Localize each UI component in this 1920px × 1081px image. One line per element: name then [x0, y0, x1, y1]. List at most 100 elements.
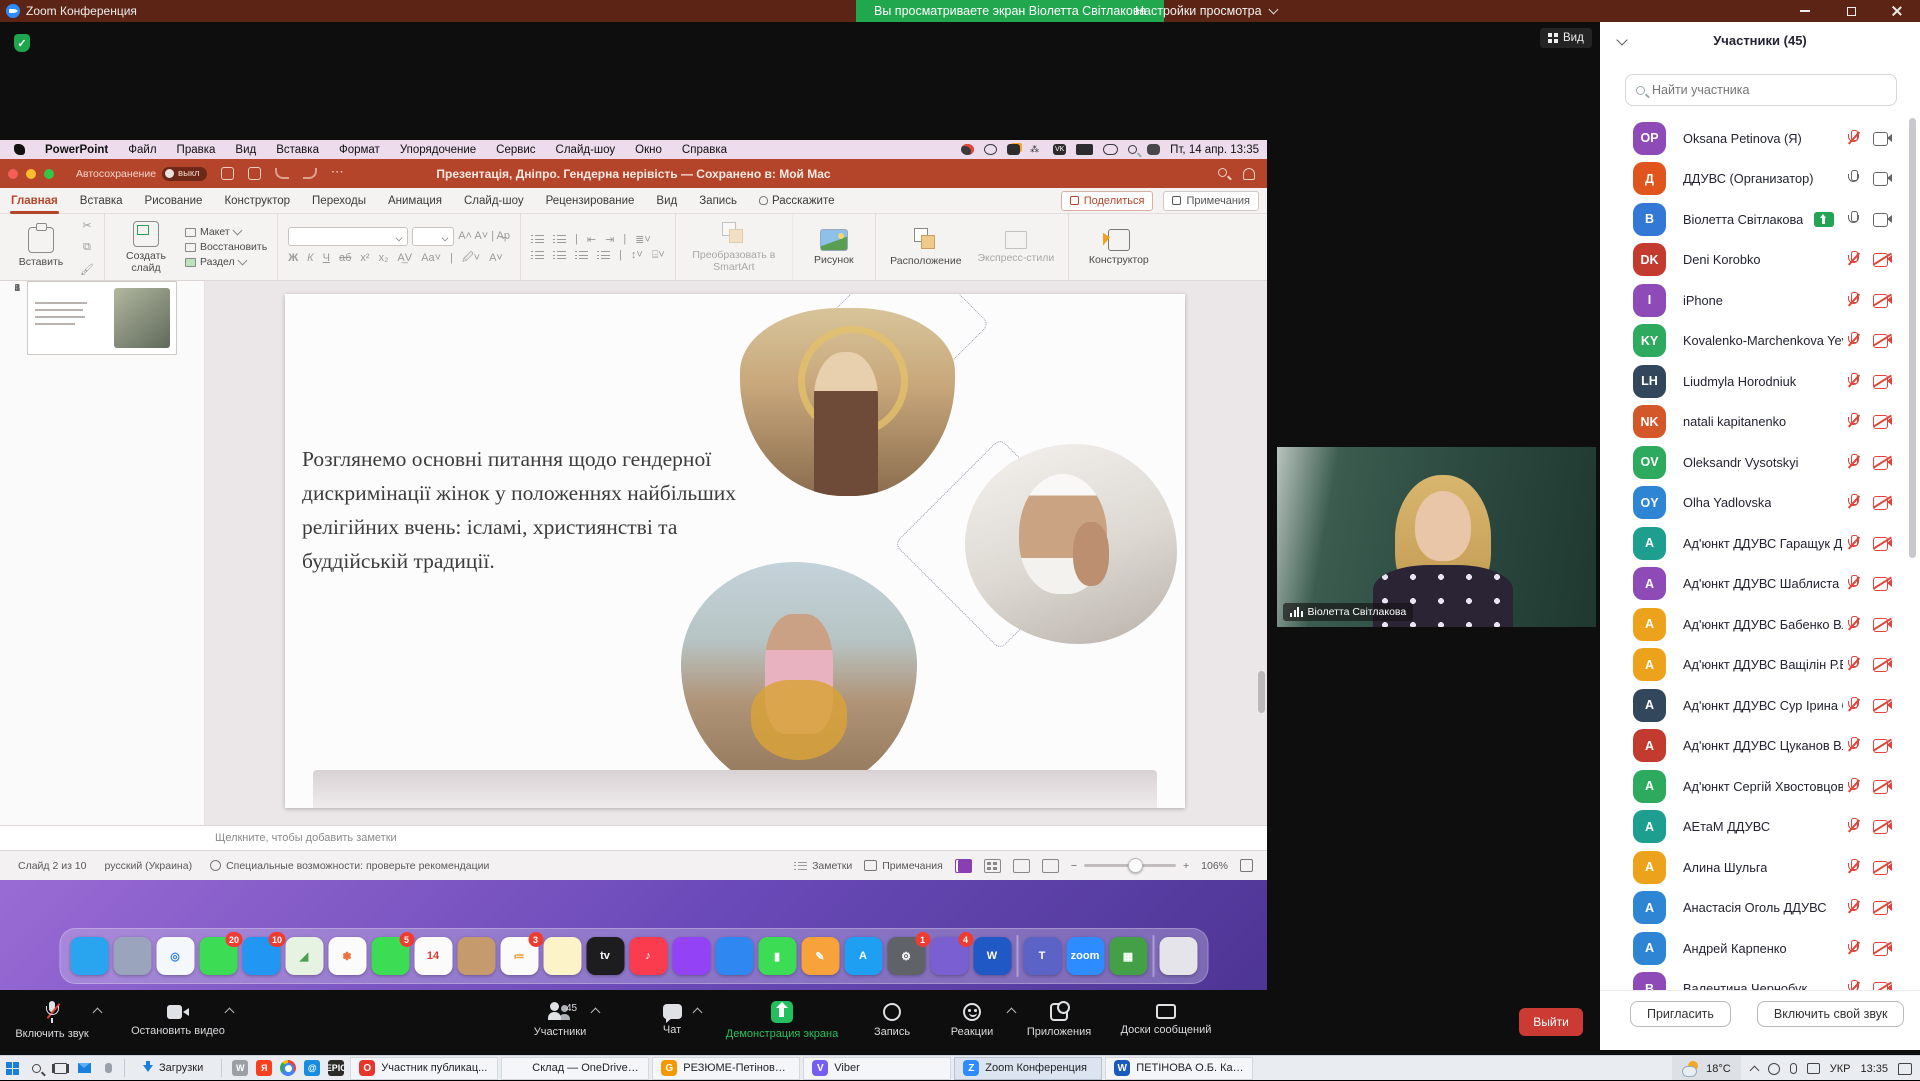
slide-thumbnail[interactable]	[27, 281, 177, 355]
maximize-button[interactable]	[1828, 0, 1874, 22]
participant-search[interactable]	[1625, 74, 1897, 106]
font-format-buttons[interactable]: ЖКЧабх²х₂А̲VАа˅ | 🖉˅А˅	[288, 249, 510, 268]
mac-minimize-button[interactable]	[26, 169, 36, 179]
taskbar-app-button[interactable]: Склад — OneDrive - ...	[501, 1057, 649, 1080]
autosave-toggle[interactable]: выкл	[162, 167, 207, 181]
autosave-control[interactable]: Автосохранение выкл	[76, 167, 207, 181]
chevron-up-icon[interactable]	[693, 1008, 703, 1018]
camera-status-icon[interactable]	[1873, 415, 1892, 428]
dock-icon[interactable]: ▮	[758, 937, 796, 975]
dock-icon[interactable]	[1159, 937, 1197, 975]
zoom-track[interactable]	[1084, 864, 1176, 867]
participant-row[interactable]: А Ад'юнкт ДДУВС Ващілін Р.В.	[1600, 645, 1920, 686]
taskbar-app-button[interactable]: G РЕЗЮМЕ-Петінова ...	[652, 1057, 800, 1080]
dock-icon[interactable]: ▦	[1109, 937, 1147, 975]
quick-launch-icon[interactable]: W	[232, 1060, 248, 1076]
weather-widget[interactable]: 18°C	[1672, 1056, 1741, 1081]
normal-view-button[interactable]	[955, 859, 972, 873]
participant-row[interactable]: А Ад'юнкт ДДУВС Сур Ірина Сер...	[1600, 685, 1920, 726]
quick-launch-icon[interactable]: EPIC	[328, 1060, 344, 1076]
dock-icon[interactable]: ◎	[156, 937, 194, 975]
participant-row[interactable]: А Ад'юнкт Сергій Хвостовцов	[1600, 766, 1920, 807]
designer-button[interactable]: Конструктор	[1079, 229, 1159, 266]
share-button[interactable]: Поделиться	[1061, 191, 1154, 211]
mic-status-icon[interactable]	[1848, 697, 1859, 714]
dock-icon[interactable]	[70, 937, 108, 975]
taskbar-app-button[interactable]: W ПЕТІНОВА О.Б. Кадр...	[1105, 1057, 1253, 1080]
mac-menu-item[interactable]: Формат	[329, 144, 390, 156]
picture-button[interactable]: Рисунок	[803, 229, 865, 266]
participant-row[interactable]: I iPhone	[1600, 280, 1920, 321]
taskbar-app-button[interactable]: O Участник публикац...	[350, 1057, 498, 1080]
dock-icon[interactable]: W	[973, 937, 1011, 975]
chevron-up-icon[interactable]	[93, 1008, 103, 1018]
camera-status-icon[interactable]	[1873, 739, 1892, 752]
search-input[interactable]	[1652, 83, 1886, 97]
current-slide-canvas[interactable]: Розглянемо основні питання щодо гендерно…	[285, 294, 1185, 808]
apple-logo-icon[interactable]	[14, 144, 25, 155]
mac-menu-item[interactable]: Справка	[672, 144, 737, 156]
dock-icon[interactable]	[1152, 935, 1154, 977]
camera-status-icon[interactable]	[1873, 456, 1892, 469]
mic-status-icon[interactable]	[1848, 778, 1859, 795]
mic-status-icon[interactable]	[1848, 251, 1859, 268]
mac-menu-item[interactable]: Окно	[625, 144, 672, 156]
leave-meeting-button[interactable]: Выйти	[1519, 1008, 1583, 1036]
mic-status-icon[interactable]	[1848, 616, 1859, 633]
mac-menu-item[interactable]: Вид	[225, 144, 266, 156]
dock-icon[interactable]	[715, 937, 753, 975]
search-icon[interactable]	[1218, 168, 1227, 177]
dock-icon[interactable]: T	[1023, 937, 1061, 975]
action-center-icon[interactable]	[1898, 1063, 1912, 1075]
font-size-select[interactable]	[412, 227, 454, 246]
mic-status-icon[interactable]	[1848, 899, 1859, 916]
camera-status-icon[interactable]	[1873, 537, 1892, 550]
security-shield-icon[interactable]: ✓	[14, 34, 30, 52]
share-screen-button[interactable]: Демонстрация экрана	[722, 1001, 842, 1040]
dock-icon[interactable]: ◢	[285, 937, 323, 975]
comments-button[interactable]: Примечания	[1163, 191, 1259, 211]
start-button[interactable]	[0, 1056, 24, 1081]
chevron-up-icon[interactable]	[225, 1008, 235, 1018]
zoom-out-icon[interactable]: −	[1071, 860, 1077, 872]
dock-icon[interactable]	[672, 937, 710, 975]
unmute-self-button[interactable]: Включить свой звук	[1757, 1001, 1905, 1027]
slide-scrollbar[interactable]	[1258, 671, 1265, 713]
font-size-buttons[interactable]: A˄ A˅ | A̶p	[458, 230, 510, 242]
camera-status-icon[interactable]	[1873, 253, 1892, 266]
participant-row[interactable]: OP Oksana Petinova (Я)	[1600, 118, 1920, 159]
participant-row[interactable]: NK natali kapitanenko	[1600, 402, 1920, 443]
ribbon-tab[interactable]: Анимация	[377, 188, 453, 214]
participant-row[interactable]: DK Deni Korobko	[1600, 240, 1920, 281]
stop-video-button[interactable]: Остановить видео	[118, 1001, 238, 1037]
mic-status-icon[interactable]	[1848, 170, 1859, 187]
mac-menu-item[interactable]: Упорядочение	[390, 144, 486, 156]
participant-row[interactable]: А Анастасія Оголь ДДУВС	[1600, 888, 1920, 929]
buddhist-nun-image[interactable]	[681, 562, 917, 794]
dock-icon[interactable]: ✽	[328, 937, 366, 975]
participant-row[interactable]: А Ад'юнкт ДДУВС Гаращук Д.П.	[1600, 523, 1920, 564]
camera-status-icon[interactable]	[1873, 334, 1892, 347]
timer-icon[interactable]	[984, 144, 997, 155]
mac-menu-item[interactable]: Сервис	[486, 144, 545, 156]
mac-zoom-button[interactable]	[44, 169, 54, 179]
ribbon-tab[interactable]: Вставка	[69, 188, 134, 214]
mic-status-icon[interactable]	[1848, 859, 1859, 876]
smartart-group[interactable]: Преобразовать в SmartArt	[676, 214, 793, 280]
participant-row[interactable]: А Ад'юнкт ДДУВС Цуканов Влад...	[1600, 726, 1920, 767]
quick-launch-icon[interactable]	[280, 1060, 296, 1076]
taskbar-app-button[interactable]: Z Zoom Конференция	[954, 1057, 1102, 1080]
chevron-up-icon[interactable]	[591, 1008, 601, 1018]
camera-status-icon[interactable]	[1873, 901, 1892, 914]
comments-toggle[interactable]: Примечания	[864, 860, 943, 872]
ribbon-tab[interactable]: Рисование	[134, 188, 214, 214]
tray-display-icon[interactable]	[1807, 1063, 1820, 1074]
share-user-icon[interactable]	[1243, 168, 1255, 180]
home-icon[interactable]	[221, 167, 234, 180]
zoom-slider[interactable]: − +	[1071, 860, 1189, 872]
undo-icon[interactable]	[275, 168, 289, 179]
list-buttons[interactable]: | ⇤⇥ | ≣˅	[531, 233, 665, 246]
mic-status-icon[interactable]	[1848, 575, 1859, 592]
battery-icon[interactable]	[1076, 144, 1093, 155]
dock-icon[interactable]: 14	[414, 937, 452, 975]
